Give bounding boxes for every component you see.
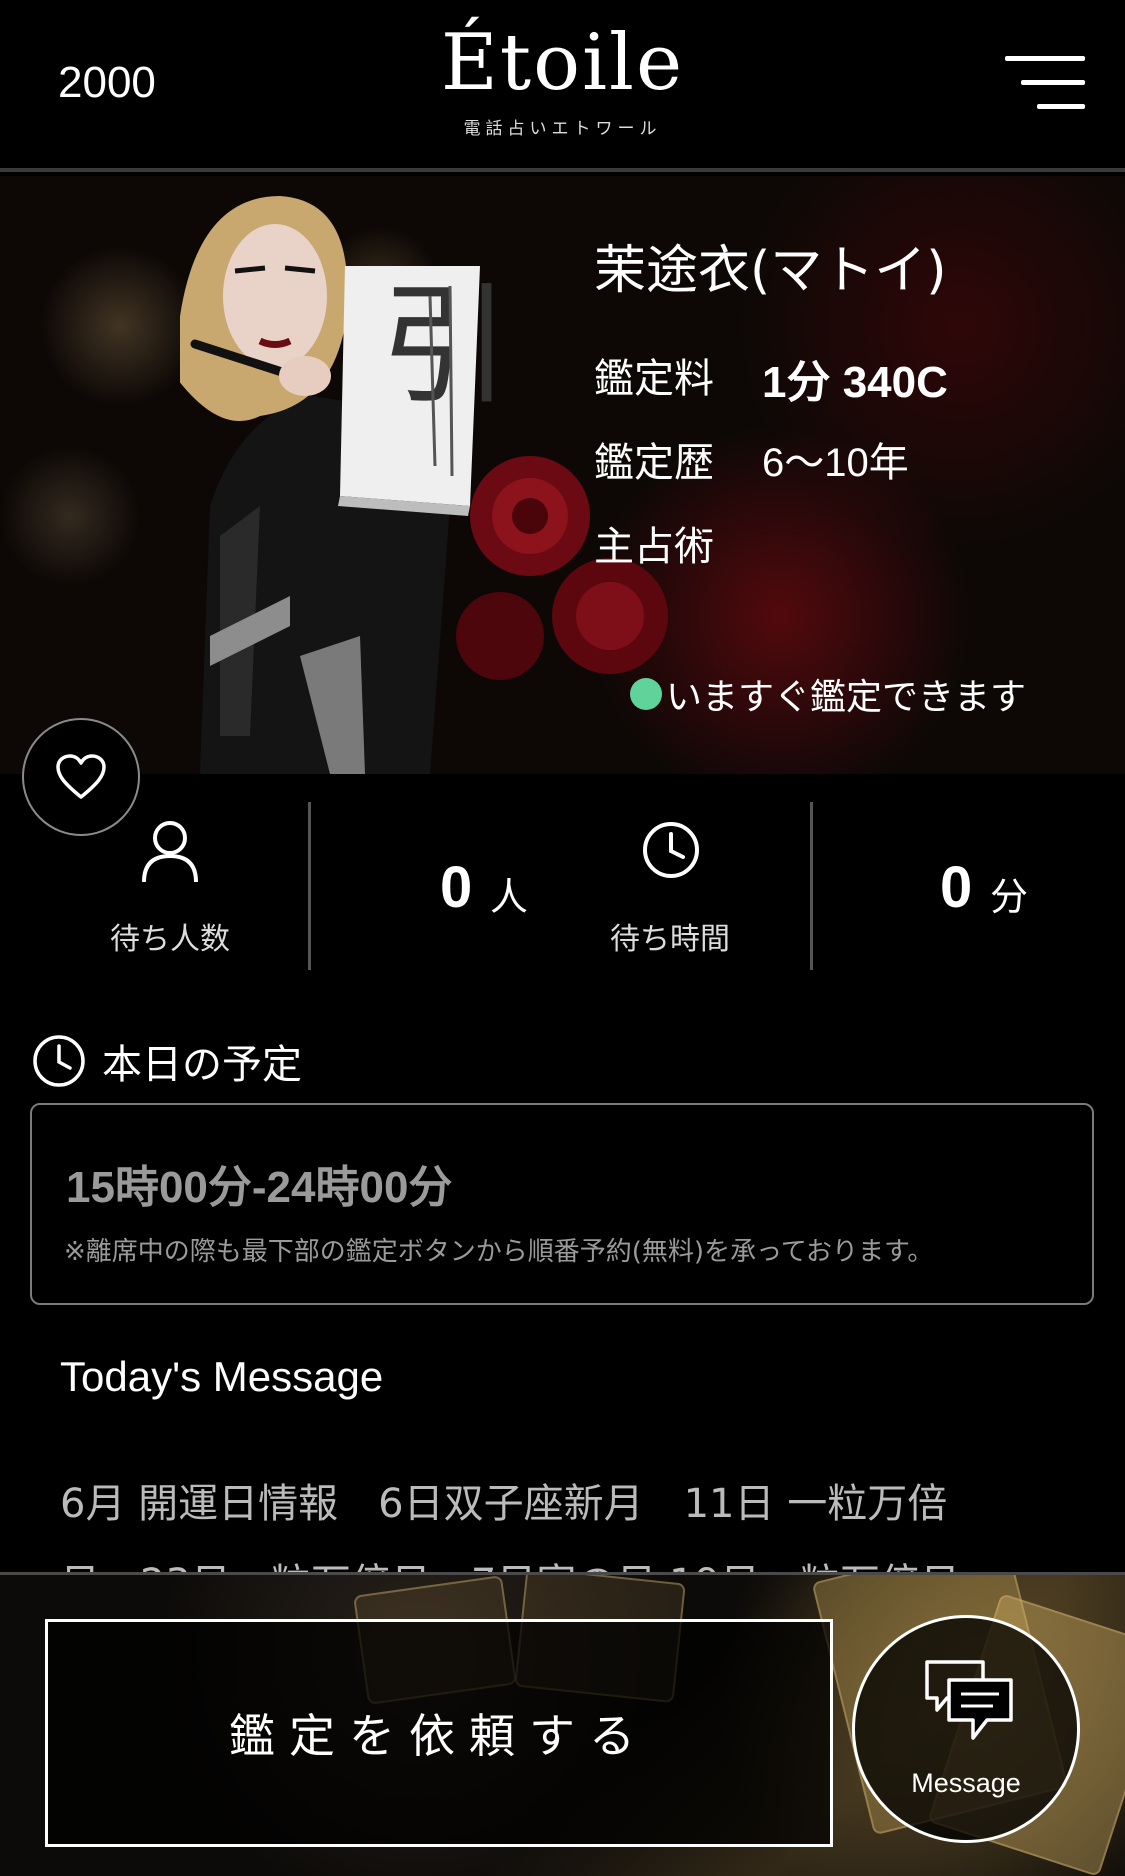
schedule-time: 15時00分-24時00分 (66, 1163, 453, 1212)
heart-icon (56, 754, 106, 799)
schedule-title: 本日の予定 (102, 1042, 302, 1088)
availability-status: いますぐ鑑定できます (630, 668, 1026, 720)
method-label: 主占術 (594, 524, 714, 570)
waiting-people-label: 待ち人数 (110, 922, 230, 957)
todays-message-body[interactable]: 6月 開運日情報 6日双子座新月 11日 一粒万倍 日 23日一粒万倍日 7日寅… (60, 1464, 1040, 1572)
logo[interactable]: Étoile 電話占いエトワール (0, 24, 1125, 139)
hamburger-menu-icon[interactable] (1005, 56, 1085, 112)
message-line: 6月 開運日情報 6日双子座新月 11日 一粒万倍 (60, 1481, 948, 1527)
stats-divider (308, 802, 311, 970)
fee-row: 鑑定料 1分 340C (594, 346, 948, 410)
career-row: 鑑定歴 6～10年 (594, 430, 909, 488)
waiting-time-label: 待ち時間 (610, 922, 730, 957)
schedule-note: ※離席中の際も最下部の鑑定ボタンから順番予約(無料)を承っております。 (64, 1237, 934, 1267)
waiting-people-value: 0 (440, 855, 473, 920)
message-line: 日 23日一粒万倍日 7日寅の日 19日一粒万倍日 (60, 1544, 1040, 1572)
clock-icon (33, 1035, 85, 1087)
fortune-teller-photo: 引 (180, 196, 510, 774)
favorite-button[interactable] (22, 718, 140, 836)
fortune-teller-name: 茉途衣(マトイ) (594, 241, 947, 301)
fee-value: 1分 340C (762, 358, 948, 407)
stats-divider (810, 802, 813, 970)
waiting-people-unit: 人 (490, 875, 529, 919)
bottom-action-bar: 鑑定を依頼する Message (0, 1572, 1125, 1876)
app-header: 2000 Étoile 電話占いエトワール (0, 0, 1125, 172)
todays-message-title: Today's Message (60, 1353, 384, 1400)
fee-label: 鑑定料 (594, 356, 714, 402)
chat-bubbles-icon (925, 1660, 1013, 1740)
svg-text:引: 引 (380, 270, 510, 422)
message-button-label: Message (911, 1768, 1021, 1798)
career-value: 6～10年 (762, 441, 909, 485)
clock-icon (643, 822, 699, 878)
message-button[interactable]: Message (852, 1615, 1080, 1843)
logo-subtitle: 電話占いエトワール (463, 119, 662, 139)
schedule-box: 15時00分-24時00分 ※離席中の際も最下部の鑑定ボタンから順番予約(無料)… (30, 1103, 1094, 1305)
schedule-heading: 本日の予定 (32, 1032, 302, 1090)
method-row: 主占術 (594, 514, 762, 572)
waiting-time-value: 0 (940, 855, 973, 920)
fortune-teller-profile: 引 茉途衣(マトイ) 鑑定料 1分 340C 鑑定歴 6～10年 主占術 います… (0, 176, 1125, 774)
logo-title: Étoile (440, 18, 685, 108)
waiting-time-unit: 分 (990, 875, 1029, 919)
person-icon (142, 821, 198, 883)
status-text: いますぐ鑑定できます (666, 677, 1027, 718)
career-label: 鑑定歴 (594, 440, 714, 486)
status-dot-icon (630, 678, 662, 710)
waiting-stats: 待ち人数 0 人 待ち時間 0 分 (0, 800, 1125, 970)
request-reading-button[interactable]: 鑑定を依頼する (45, 1619, 833, 1847)
